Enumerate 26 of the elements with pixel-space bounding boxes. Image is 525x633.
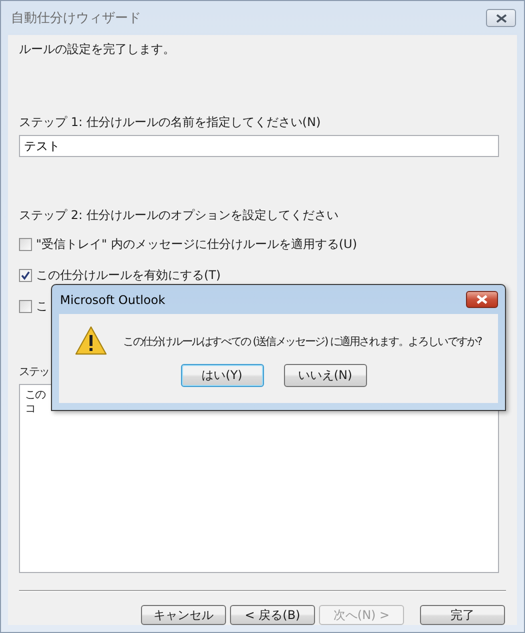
- checkbox-label[interactable]: "受信トレイ" 内のメッセージに仕分けルールを適用する(U): [36, 236, 357, 252]
- wizard-button[interactable]: 完了: [420, 605, 505, 625]
- dialog-title: Microsoft Outlook: [59, 292, 166, 306]
- close-button[interactable]: [486, 9, 516, 27]
- checkbox[interactable]: [19, 238, 32, 250]
- close-button[interactable]: [466, 291, 498, 308]
- rule-name-field[interactable]: テスト: [19, 135, 499, 157]
- description-text: コ: [25, 402, 36, 416]
- dialog-button[interactable]: いいえ(N): [284, 364, 366, 387]
- checkbox-label[interactable]: こ: [36, 298, 48, 314]
- step-label: ステップ 1: 仕分けルールの名前を指定してください(N): [19, 114, 321, 130]
- window-title: 自動仕分けウィザード: [10, 10, 141, 27]
- wizard-button[interactable]: < 戻る(B): [230, 605, 315, 625]
- close-icon: [476, 295, 488, 304]
- close-icon: [496, 14, 506, 22]
- dialog-message: この仕分けルールはすべての (送信メッセージ) に適用されます。よろしいですか?: [123, 334, 482, 348]
- warning-icon: [75, 326, 107, 356]
- checkbox[interactable]: [19, 268, 32, 282]
- description-text: この: [25, 388, 46, 402]
- step-label: ステップ 2: 仕分けルールのオプションを設定してください: [19, 207, 338, 223]
- dialog-button[interactable]: はい(Y): [180, 364, 264, 387]
- intro-text: ルールの設定を完了します。: [19, 41, 175, 58]
- step-label: ステッ: [19, 364, 49, 380]
- checkbox-label[interactable]: この仕分けルールを有効にする(T): [36, 266, 221, 284]
- wizard-button[interactable]: キャンセル: [141, 605, 226, 625]
- checkbox[interactable]: [19, 300, 32, 312]
